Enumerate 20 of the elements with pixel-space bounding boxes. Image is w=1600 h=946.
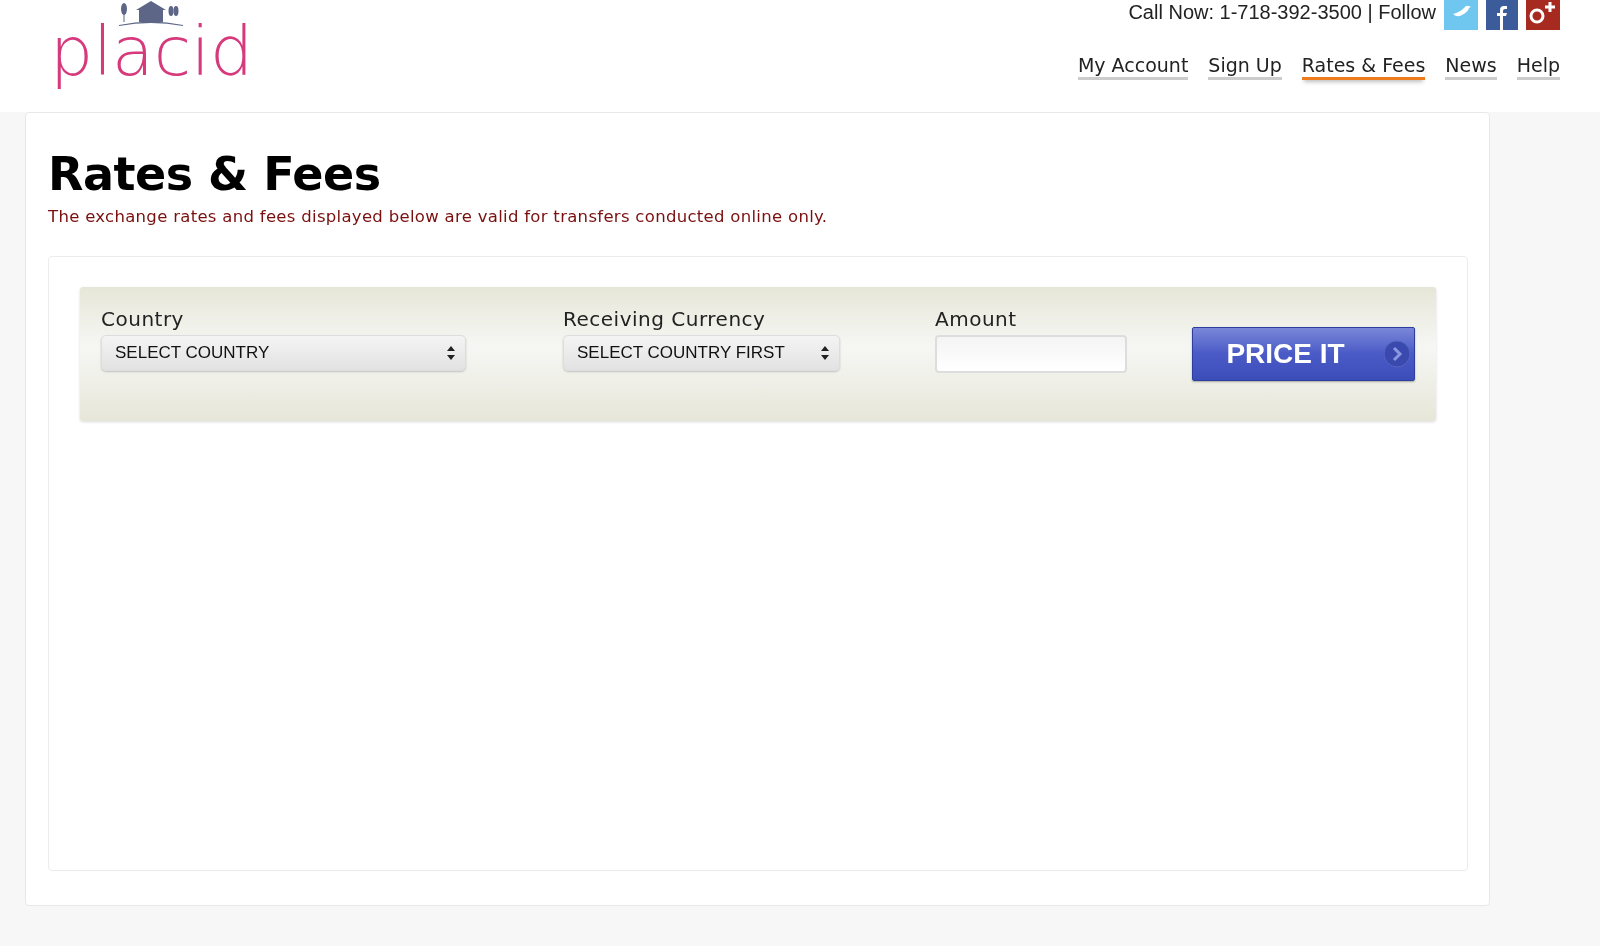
- chevron-circle-icon: [1382, 340, 1411, 368]
- field-label: Receiving Currency: [563, 307, 767, 331]
- updown-arrows-icon: [821, 346, 829, 360]
- letter-f-icon[interactable]: [1486, 0, 1518, 30]
- dropdown[interactable]: SELECT COUNTRY: [101, 335, 466, 371]
- nav-link[interactable]: Rates & Fees: [1301, 54, 1426, 80]
- nav-link[interactable]: Help: [1516, 54, 1560, 80]
- amount-input[interactable]: [935, 335, 1127, 373]
- nav-link[interactable]: News: [1445, 54, 1497, 80]
- nav-link[interactable]: My Account: [1077, 54, 1189, 80]
- updown-arrows-icon: [447, 346, 455, 360]
- contact-text: Call Now: 1-718-392-3500 | Follow: [1128, 1, 1436, 24]
- field-label: Amount: [935, 307, 1018, 331]
- page-title: Rates & Fees: [48, 147, 382, 201]
- page-note: The exchange rates and fees displayed below are valid for transfers conducted online only.: [48, 207, 829, 226]
- dropdown[interactable]: SELECT COUNTRY FIRST: [563, 335, 840, 371]
- logo-text[interactable]: placid: [50, 13, 254, 91]
- nav-link[interactable]: Sign Up: [1208, 54, 1282, 80]
- field-label: Country: [101, 307, 185, 331]
- price-it-button[interactable]: PRICE IT: [1192, 327, 1415, 381]
